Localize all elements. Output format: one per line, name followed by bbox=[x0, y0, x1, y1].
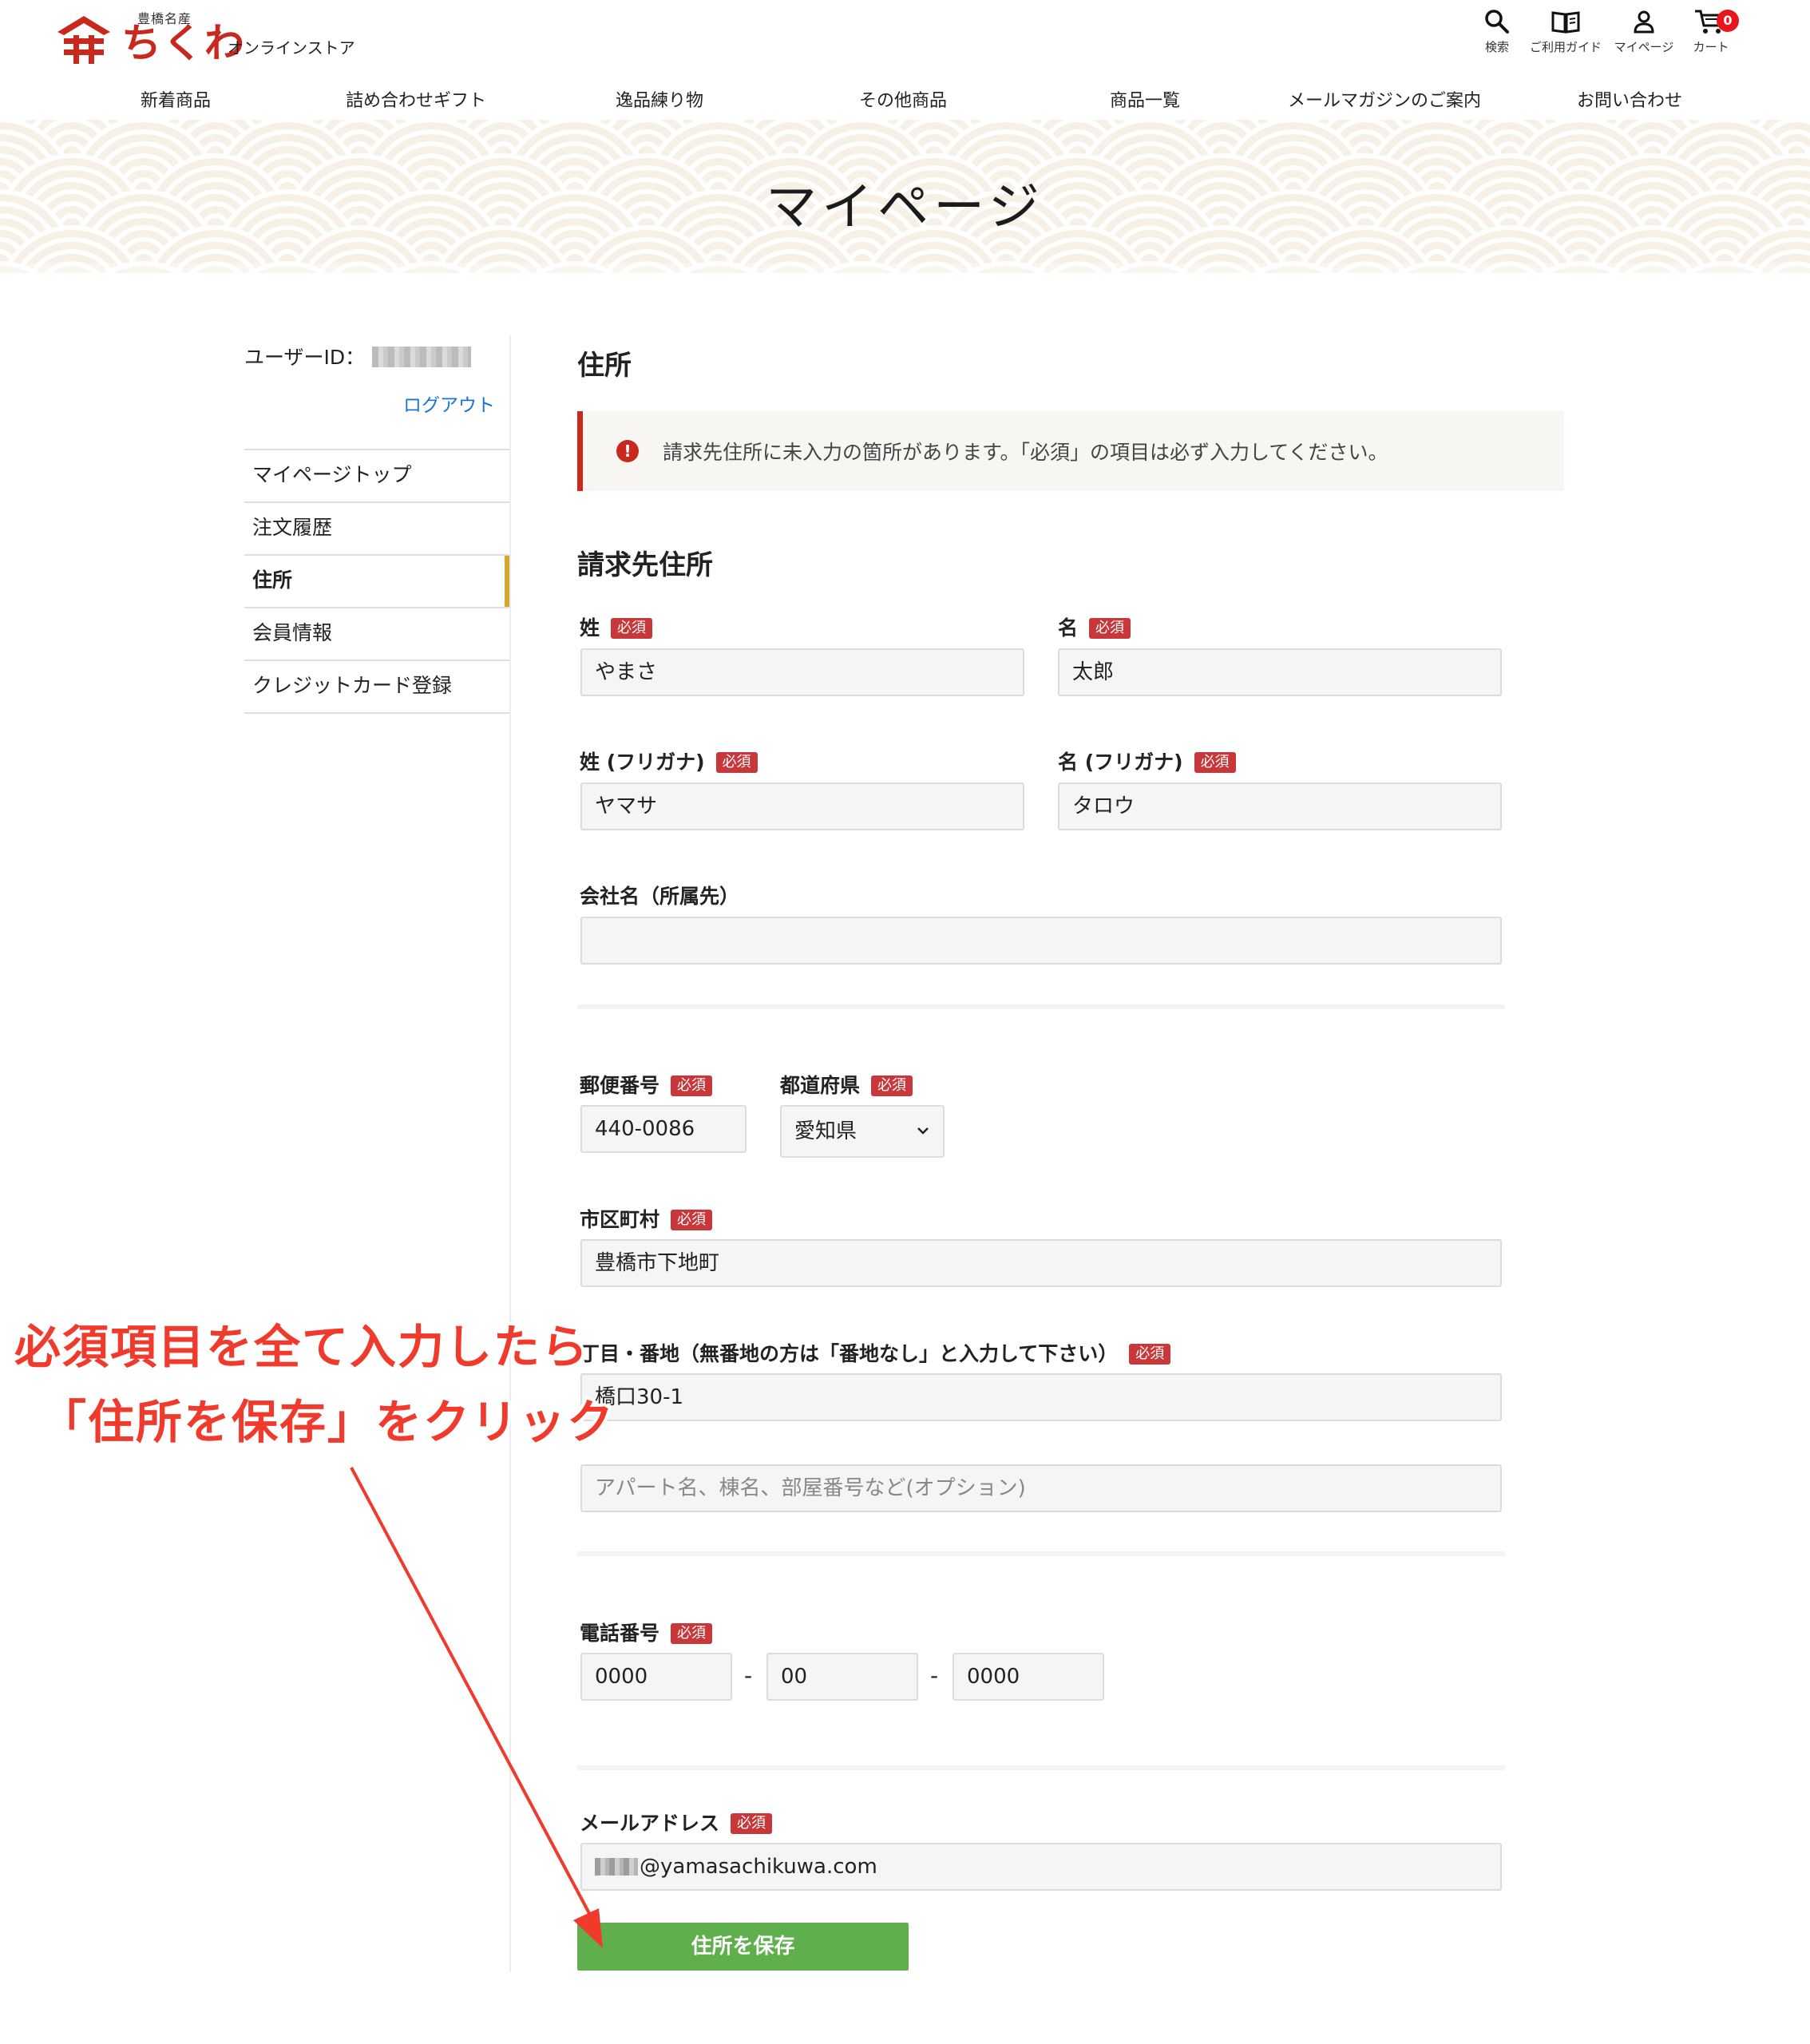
prefecture-select[interactable]: 愛知県 bbox=[780, 1105, 945, 1158]
sidebar-divider bbox=[509, 335, 511, 1972]
required-badge: 必須 bbox=[1089, 618, 1131, 639]
page-title: マイページ bbox=[766, 178, 1044, 237]
email-value: @yamasachikuwa.com bbox=[640, 1855, 877, 1879]
prefecture-selected: 愛知県 bbox=[794, 1119, 857, 1143]
logo-mark-icon bbox=[57, 16, 110, 64]
first-name-kana-label: 名 (フリガナ) 必須 bbox=[1058, 747, 1236, 775]
first-name-kana-input[interactable]: タロウ bbox=[1058, 782, 1502, 830]
phone-separator: - bbox=[744, 1662, 753, 1689]
nav-contact[interactable]: お問い合わせ bbox=[1577, 86, 1682, 112]
email-redacted bbox=[595, 1858, 638, 1876]
header-mypage-label: マイページ bbox=[1614, 40, 1674, 54]
building-input[interactable]: アパート名、棟名、部屋番号など(オプション) bbox=[580, 1464, 1502, 1512]
site-logo[interactable]: 豊橋名産 ちくわ オンラインストア bbox=[56, 8, 359, 68]
billing-address-title: 請求先住所 bbox=[577, 549, 713, 581]
annotation-arrow-icon bbox=[350, 1467, 603, 1948]
save-address-button[interactable]: 住所を保存 bbox=[577, 1923, 909, 1971]
error-icon: ! bbox=[616, 440, 639, 462]
search-icon bbox=[1485, 10, 1509, 34]
book-icon bbox=[1551, 11, 1580, 34]
last-name-kana-input[interactable]: ヤマサ bbox=[580, 782, 1024, 830]
required-badge: 必須 bbox=[671, 1075, 713, 1096]
user-id-redacted bbox=[372, 347, 471, 367]
required-badge: 必須 bbox=[731, 1813, 773, 1834]
company-input[interactable] bbox=[580, 917, 1502, 965]
nav-premium-items[interactable]: 逸品練り物 bbox=[616, 86, 703, 112]
header-cart-label: カート bbox=[1693, 40, 1729, 54]
header-guide[interactable]: ご利用ガイド bbox=[1530, 8, 1602, 64]
sidebar-item-address[interactable]: 住所 bbox=[244, 556, 509, 608]
phone-input-2[interactable]: 00 bbox=[766, 1653, 918, 1701]
prefecture-label: 都道府県 必須 bbox=[780, 1070, 913, 1099]
required-badge: 必須 bbox=[1194, 752, 1236, 773]
sidebar-item-order-history[interactable]: 注文履歴 bbox=[244, 503, 509, 556]
last-name-label: 姓必須 bbox=[580, 612, 653, 641]
sidebar-menu: マイページトップ 注文履歴 住所 会員情報 クレジットカード登録 bbox=[244, 449, 509, 714]
street-label: 丁目・番地（無番地の方は「番地なし」と入力して下さい） 必須 bbox=[580, 1338, 1171, 1367]
logo-sub-text: オンラインストア bbox=[228, 38, 355, 57]
chevron-down-icon bbox=[916, 1107, 930, 1156]
error-alert-text: 請求先住所に未入力の箇所があります。「必須」の項目は必ず入力してください。 bbox=[663, 441, 1388, 464]
required-badge: 必須 bbox=[671, 1623, 713, 1644]
required-badge: 必須 bbox=[611, 618, 653, 639]
sidebar-item-credit-card[interactable]: クレジットカード登録 bbox=[244, 661, 509, 714]
header-mypage[interactable]: マイページ bbox=[1608, 8, 1680, 64]
city-label: 市区町村 必須 bbox=[580, 1204, 713, 1233]
postal-code-input[interactable]: 440-0086 bbox=[580, 1105, 747, 1153]
phone-input-1[interactable]: 0000 bbox=[580, 1653, 732, 1701]
error-alert: ! 請求先住所に未入力の箇所があります。「必須」の項目は必ず入力してください。 bbox=[577, 411, 1564, 491]
email-input[interactable]: @yamasachikuwa.com bbox=[580, 1843, 1502, 1891]
header-guide-label: ご利用ガイド bbox=[1530, 40, 1602, 54]
phone-label: 電話番号 必須 bbox=[580, 1618, 713, 1646]
header-icons: 検索 ご利用ガイド マイページ 0 カート bbox=[1461, 8, 1749, 64]
city-input[interactable]: 豊橋市下地町 bbox=[580, 1239, 1502, 1287]
logout-link[interactable]: ログアウト bbox=[403, 390, 495, 417]
required-badge: 必須 bbox=[671, 1210, 713, 1230]
address-title: 住所 bbox=[577, 350, 632, 382]
sidebar-item-member-info[interactable]: 会員情報 bbox=[244, 608, 509, 661]
sidebar-item-mypage-top[interactable]: マイページトップ bbox=[244, 450, 509, 503]
section-divider bbox=[577, 1004, 1505, 1009]
nav-gift-sets[interactable]: 詰め合わせギフト bbox=[346, 86, 486, 112]
street-input[interactable]: 橋口30-1 bbox=[580, 1373, 1502, 1421]
first-name-input[interactable]: 太郎 bbox=[1058, 648, 1502, 696]
last-name-input[interactable]: やまさ bbox=[580, 648, 1024, 696]
user-id-label: ユーザーID： bbox=[244, 346, 366, 369]
required-badge: 必須 bbox=[871, 1075, 913, 1096]
section-divider bbox=[577, 1551, 1505, 1556]
nav-other-items[interactable]: その他商品 bbox=[859, 86, 947, 112]
phone-input-3[interactable]: 0000 bbox=[953, 1653, 1104, 1701]
nav-all-items[interactable]: 商品一覧 bbox=[1110, 86, 1180, 112]
company-label: 会社名（所属先） bbox=[580, 885, 740, 908]
nav-new-items[interactable]: 新着商品 bbox=[141, 86, 211, 112]
required-badge: 必須 bbox=[715, 752, 758, 773]
section-divider bbox=[577, 1765, 1505, 1770]
cart-count-badge: 0 bbox=[1717, 10, 1739, 32]
header-cart[interactable]: 0 カート bbox=[1675, 8, 1747, 64]
required-badge: 必須 bbox=[1129, 1344, 1171, 1365]
phone-separator: - bbox=[930, 1662, 939, 1689]
page-banner: マイページ bbox=[0, 120, 1810, 273]
postal-code-label: 郵便番号 必須 bbox=[580, 1070, 713, 1099]
annotation-line-1: 必須項目を全て入力したら bbox=[14, 1320, 590, 1374]
email-label: メールアドレス 必須 bbox=[580, 1808, 773, 1836]
last-name-kana-label: 姓 (フリガナ) 必須 bbox=[580, 747, 758, 775]
annotation-line-2: 「住所を保存」をクリック bbox=[40, 1395, 616, 1449]
header-search-label: 検索 bbox=[1484, 40, 1509, 54]
nav-newsletter[interactable]: メールマガジンのご案内 bbox=[1288, 86, 1481, 112]
first-name-label: 名必須 bbox=[1058, 612, 1131, 641]
user-icon bbox=[1634, 10, 1654, 34]
global-nav: 新着商品 詰め合わせギフト 逸品練り物 その他商品 商品一覧 メールマガジンのご… bbox=[0, 80, 1810, 117]
header-search[interactable]: 検索 bbox=[1461, 8, 1533, 64]
